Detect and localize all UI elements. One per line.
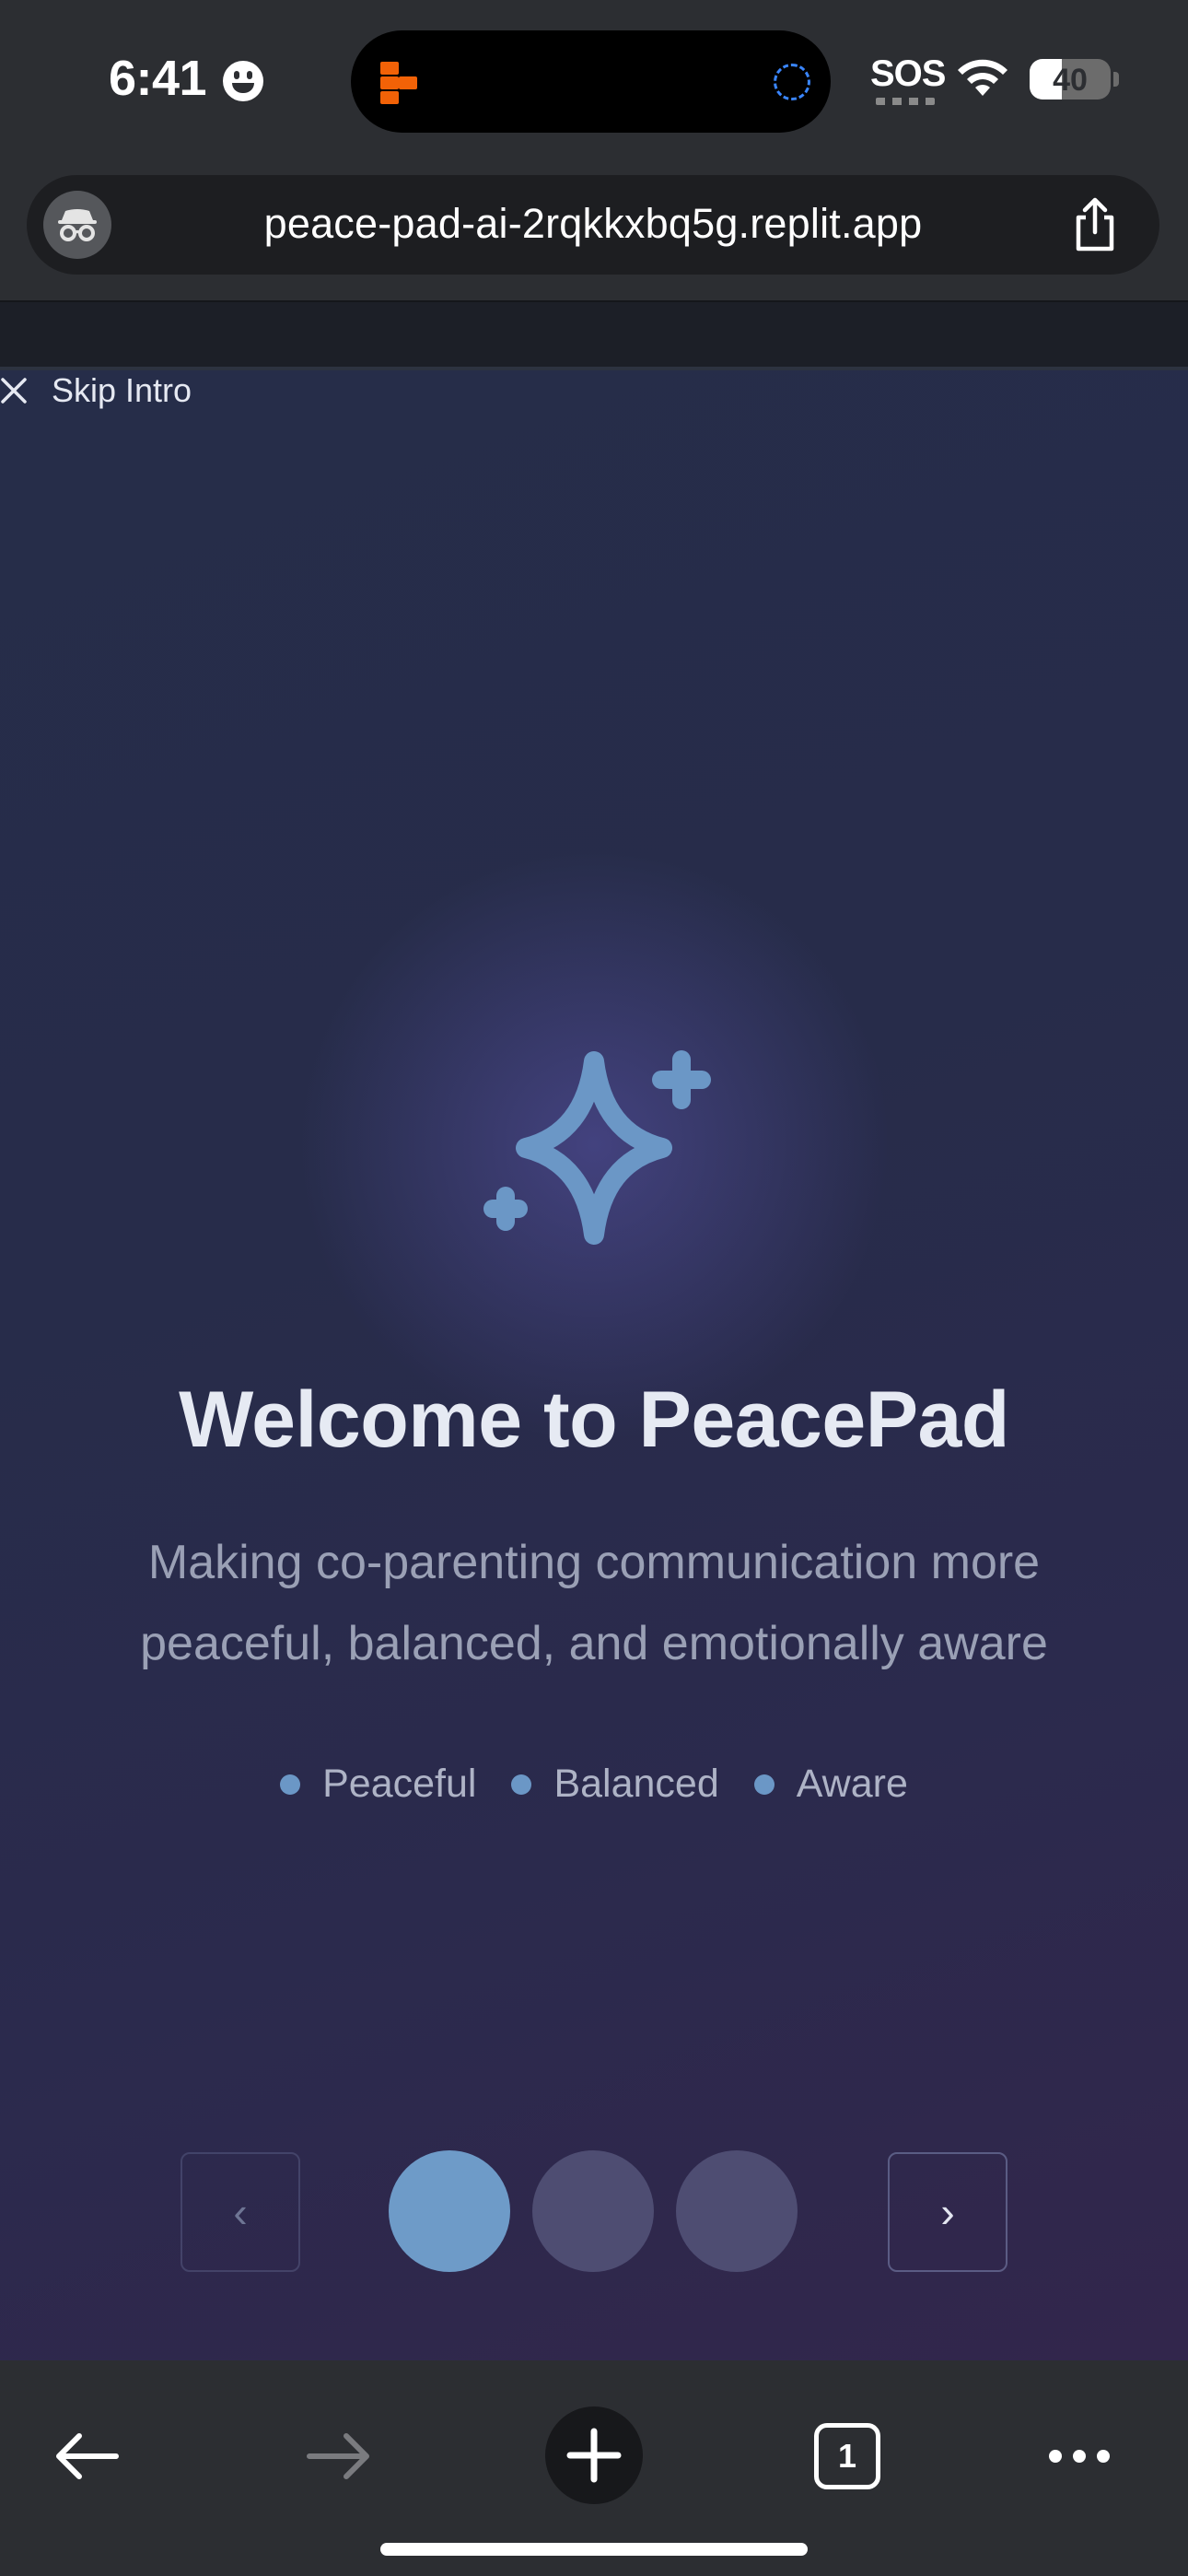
tag-peaceful: Peaceful <box>280 1762 476 1807</box>
onboarding-screen: Skip Intro Welcome to PeacePad Making co… <box>0 370 1188 2360</box>
new-tab-button[interactable] <box>545 2406 643 2504</box>
tag-balanced: Balanced <box>511 1762 719 1807</box>
wifi-icon <box>958 59 1007 96</box>
forward-button[interactable] <box>293 2410 385 2502</box>
home-indicator <box>380 2543 808 2556</box>
url-text[interactable]: peace-pad-ai-2rqkkxbq5g.replit.app <box>137 200 1049 248</box>
page-subtitle: Making co-parenting communication more p… <box>140 1536 1048 1670</box>
address-bar[interactable]: peace-pad-ai-2rqkkxbq5g.replit.app <box>27 175 1159 275</box>
replit-icon <box>380 62 417 104</box>
battery-icon: 40 <box>1030 59 1111 100</box>
step-dot-2[interactable] <box>532 2150 654 2272</box>
dynamic-island <box>351 30 831 133</box>
close-icon <box>1 378 27 404</box>
sos-indicator: SOS <box>870 53 946 94</box>
tabs-icon[interactable]: 1 <box>814 2423 880 2489</box>
forward-arrow-icon <box>307 2433 369 2479</box>
page-top-strip <box>0 300 1188 367</box>
next-button[interactable]: › <box>888 2152 1007 2272</box>
battery-cap <box>1113 72 1119 87</box>
chevron-left-icon: ‹ <box>233 2188 248 2236</box>
tag-aware: Aware <box>753 1762 908 1807</box>
incognito-icon[interactable] <box>43 191 111 259</box>
plus-icon <box>566 2428 622 2483</box>
bullet-icon <box>511 1774 532 1795</box>
more-icon <box>1049 2450 1110 2463</box>
signal-dots-icon <box>876 98 935 105</box>
skip-intro-button[interactable]: Skip Intro <box>0 370 192 411</box>
status-bar: 6:41 SOS 40 <box>0 0 1188 158</box>
page-title: Welcome to PeacePad <box>179 1376 1009 1464</box>
value-tags: Peaceful Balanced Aware <box>0 1762 1188 1807</box>
tag-label: Peaceful <box>322 1762 477 1806</box>
sparkles-icon <box>483 1050 711 1245</box>
tag-label: Aware <box>796 1762 908 1806</box>
chevron-right-icon: › <box>940 2188 955 2236</box>
tag-label: Balanced <box>553 1762 719 1806</box>
share-icon[interactable] <box>1067 195 1123 254</box>
smiley-icon <box>223 61 263 101</box>
activity-indicator-icon <box>774 64 810 100</box>
bullet-icon <box>280 1774 301 1795</box>
back-button[interactable] <box>41 2410 133 2502</box>
step-dot-1[interactable] <box>389 2150 510 2272</box>
more-button[interactable] <box>1033 2410 1125 2502</box>
bullet-icon <box>753 1774 775 1795</box>
skip-intro-label: Skip Intro <box>52 371 192 409</box>
back-arrow-icon <box>56 2433 119 2479</box>
previous-button[interactable]: ‹ <box>181 2152 300 2272</box>
battery-percent: 40 <box>1053 63 1088 98</box>
clock: 6:41 <box>109 51 207 106</box>
step-dot-3[interactable] <box>676 2150 798 2272</box>
